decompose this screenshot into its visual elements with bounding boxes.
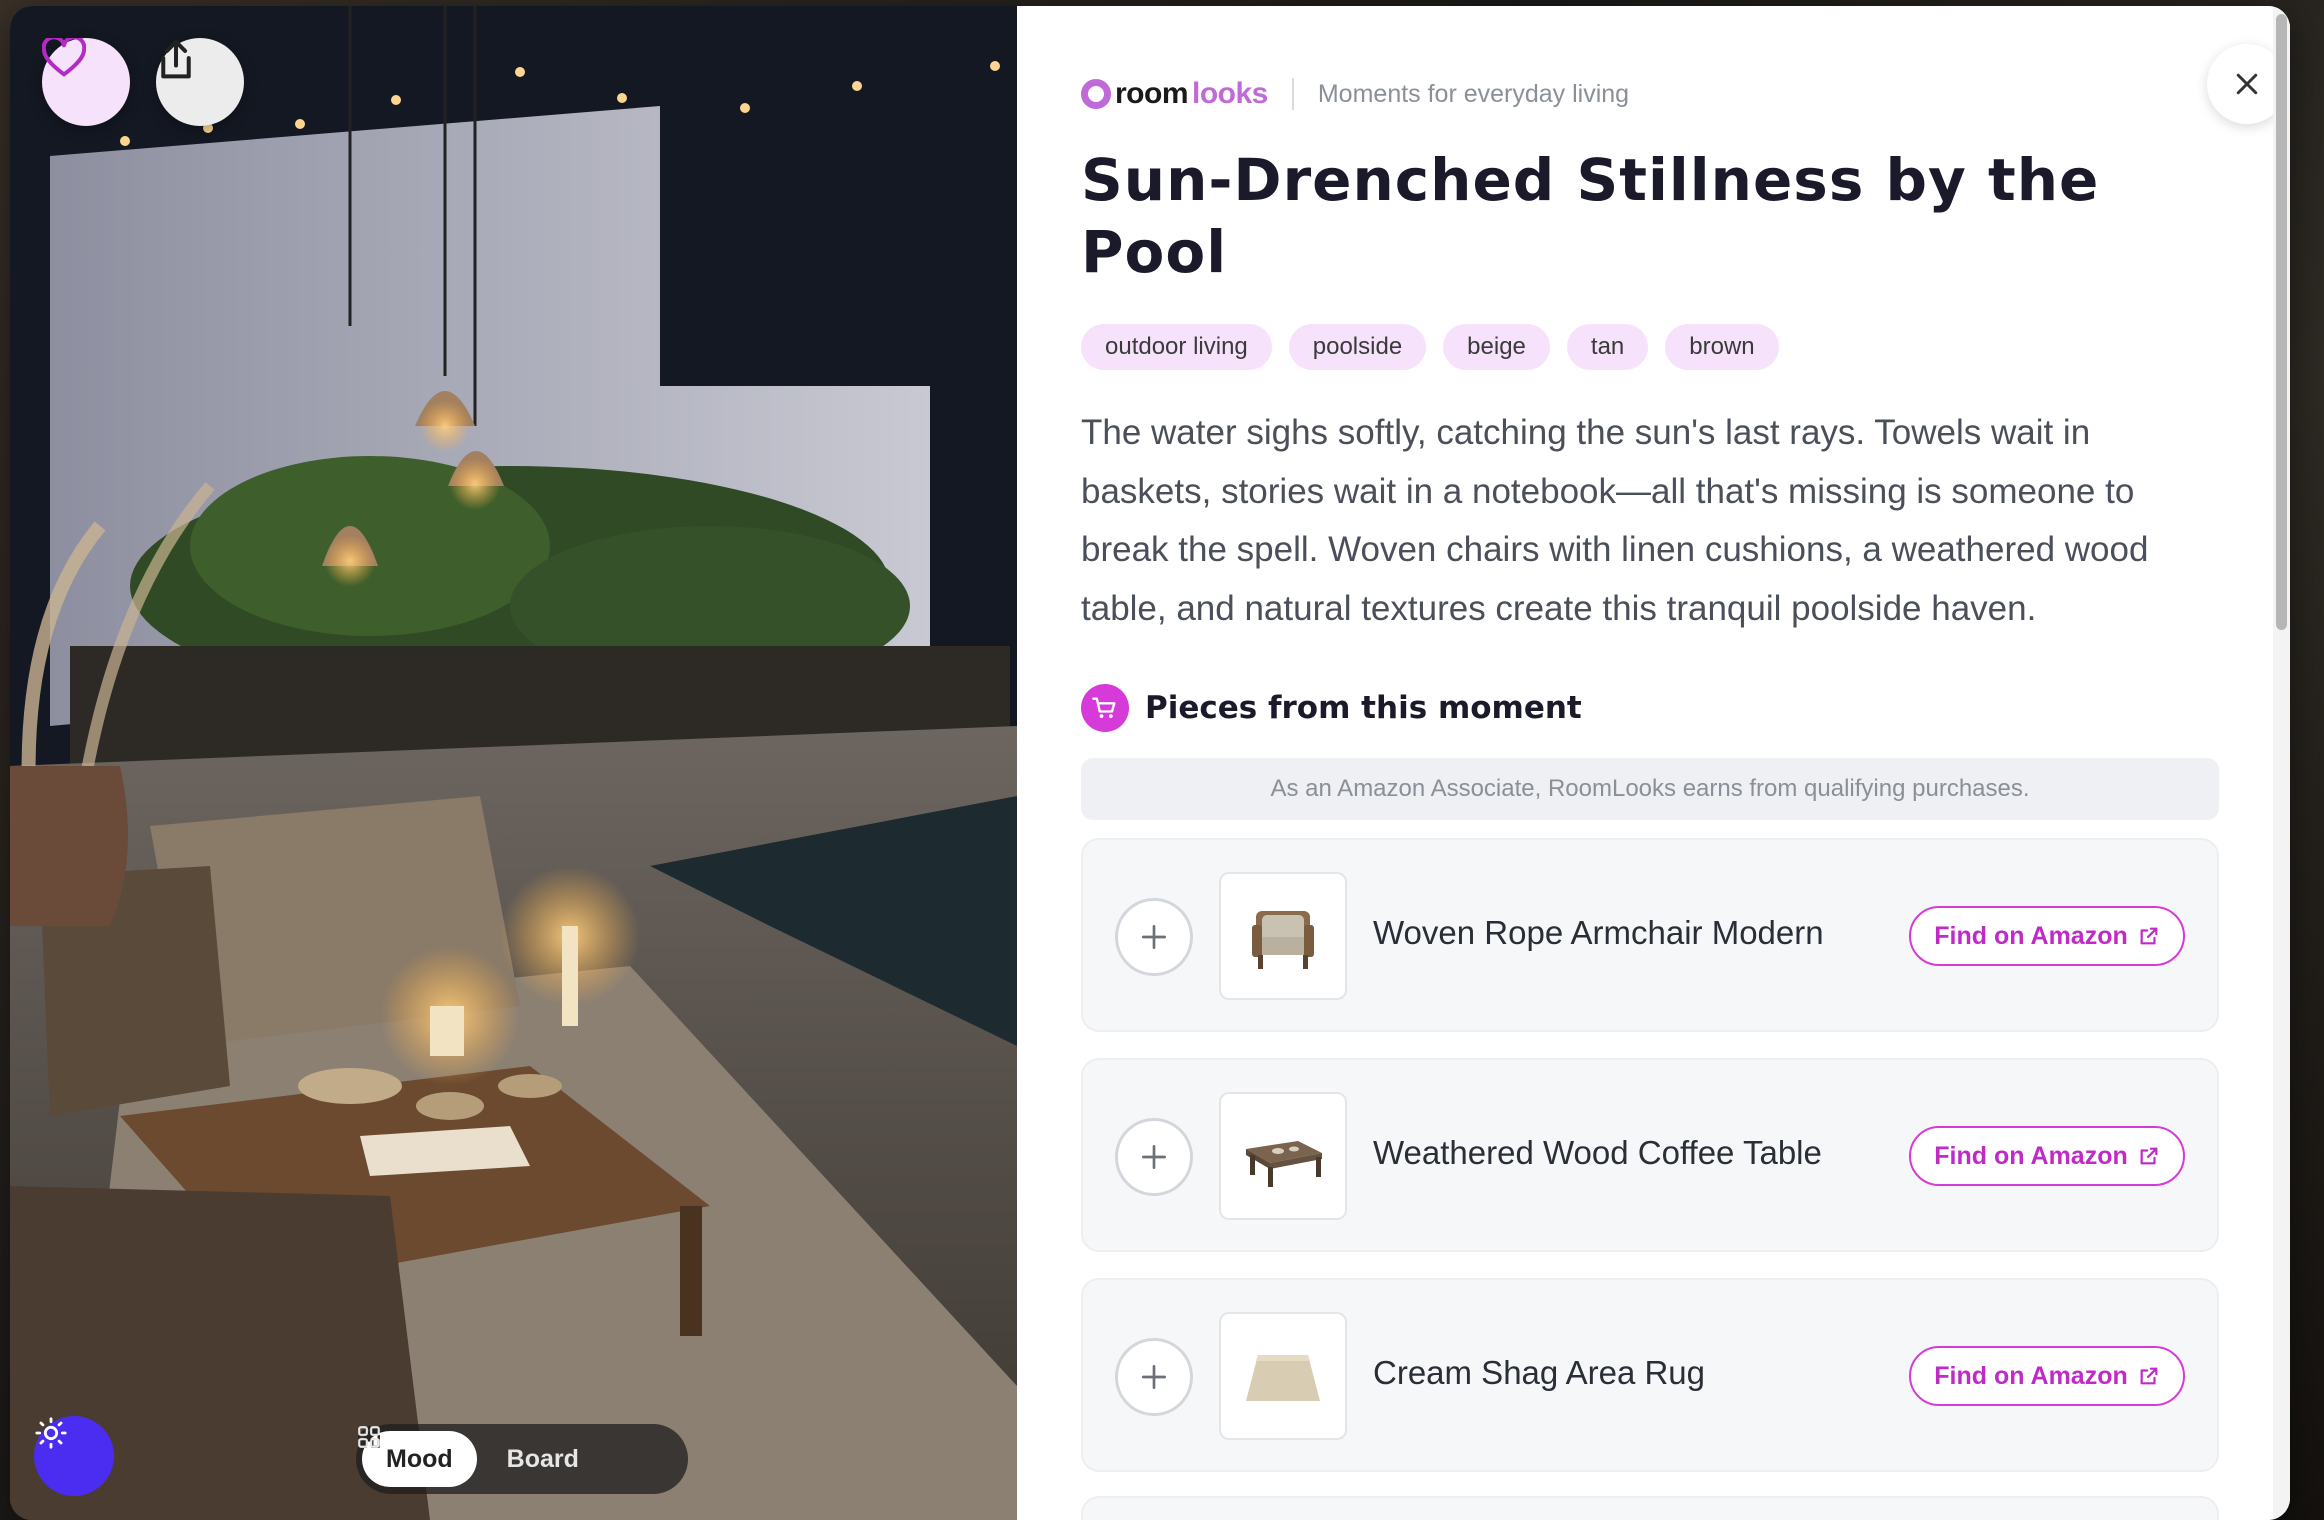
share-button[interactable] [156, 38, 244, 126]
plus-icon [1142, 1365, 1166, 1389]
scrollbar-thumb[interactable] [2276, 14, 2287, 630]
grid-icon [358, 1426, 380, 1448]
moment-title: Sun-Drenched Stillness by the Pool [1081, 146, 2100, 286]
find-on-amazon-button[interactable]: Find on Amazon [1909, 906, 2185, 966]
view-toggle: Mood Board [356, 1424, 688, 1494]
roomlooks-logo[interactable]: room looks [1081, 77, 1268, 111]
product-card: Cream Shag Area Rug Find on Amazon [1081, 1278, 2219, 1472]
tag-chip[interactable]: brown [1665, 324, 1779, 370]
product-thumbnail[interactable] [1219, 1312, 1347, 1440]
share-icon [161, 39, 191, 79]
product-card: Weathered Wood Coffee Table Find on Amaz… [1081, 1058, 2219, 1252]
product-thumbnail[interactable] [1219, 872, 1347, 1000]
mood-view-label: Mood [386, 1444, 453, 1473]
coffee-table-icon [1246, 1141, 1322, 1187]
logo-text-looks: looks [1192, 77, 1268, 110]
brand-tagline: Moments for everyday living [1317, 79, 1630, 108]
board-view-label: Board [506, 1444, 579, 1473]
moment-details-panel: room looks Moments for everyday living Su… [1017, 6, 2290, 1520]
external-link-icon [2140, 1147, 2158, 1165]
find-on-amazon-label: Find on Amazon [1934, 921, 2128, 950]
find-on-amazon-label: Find on Amazon [1934, 1361, 2128, 1390]
board-view-button[interactable]: Board [358, 1426, 603, 1487]
product-name: Cream Shag Area Rug [1373, 1354, 1706, 1391]
external-link-icon [2140, 927, 2158, 945]
product-card-partial [1081, 1496, 2219, 1520]
close-icon [2236, 73, 2258, 95]
find-on-amazon-label: Find on Amazon [1934, 1141, 2128, 1170]
product-card: Woven Rope Armchair Modern Find on Amazo… [1081, 838, 2219, 1032]
add-to-board-button[interactable] [1115, 1338, 1193, 1416]
heart-icon [42, 38, 86, 77]
logo-text-room: room [1115, 77, 1189, 110]
tag-list: outdoor living poolside beige tan brown [1081, 324, 1779, 370]
poolside-scene-image [10, 6, 1017, 1520]
external-link-icon [2140, 1367, 2158, 1385]
add-to-board-button[interactable] [1115, 898, 1193, 976]
sun-icon [35, 1417, 67, 1449]
theme-toggle-button[interactable] [34, 1416, 114, 1496]
affiliate-disclosure: As an Amazon Associate, RoomLooks earns … [1081, 758, 2219, 820]
pieces-section-title: Pieces from this moment [1145, 690, 1582, 726]
armchair-icon [1252, 911, 1314, 969]
find-on-amazon-button[interactable]: Find on Amazon [1909, 1126, 2185, 1186]
favorite-button[interactable] [42, 38, 130, 126]
tag-chip[interactable]: tan [1566, 324, 1649, 370]
cart-icon [1081, 684, 1129, 732]
moment-photo: Mood Board [10, 6, 1017, 1520]
plus-icon [1142, 1145, 1166, 1169]
rug-icon [1246, 1355, 1320, 1401]
tag-chip[interactable]: beige [1443, 324, 1550, 370]
add-to-board-button[interactable] [1115, 1118, 1193, 1196]
moment-description: The water sighs softly, catching the sun… [1081, 413, 2149, 628]
tag-chip[interactable]: poolside [1288, 324, 1427, 370]
tag-chip[interactable]: outdoor living [1081, 324, 1272, 370]
product-name: Weathered Wood Coffee Table [1373, 1134, 1822, 1171]
moment-modal: Mood Board room looks Moments for everyda… [10, 6, 2290, 1520]
pieces-section-header: Pieces from this moment [1081, 684, 1582, 732]
brand-header: room looks Moments for everyday living [1081, 70, 1629, 118]
brand-divider [1291, 78, 1294, 110]
plus-icon [1142, 925, 1166, 949]
product-name: Woven Rope Armchair Modern [1373, 914, 1824, 951]
product-thumbnail[interactable] [1219, 1092, 1347, 1220]
scrollbar[interactable] [2273, 6, 2290, 1520]
logo-mark-icon [1081, 79, 1111, 109]
find-on-amazon-button[interactable]: Find on Amazon [1909, 1346, 2185, 1406]
